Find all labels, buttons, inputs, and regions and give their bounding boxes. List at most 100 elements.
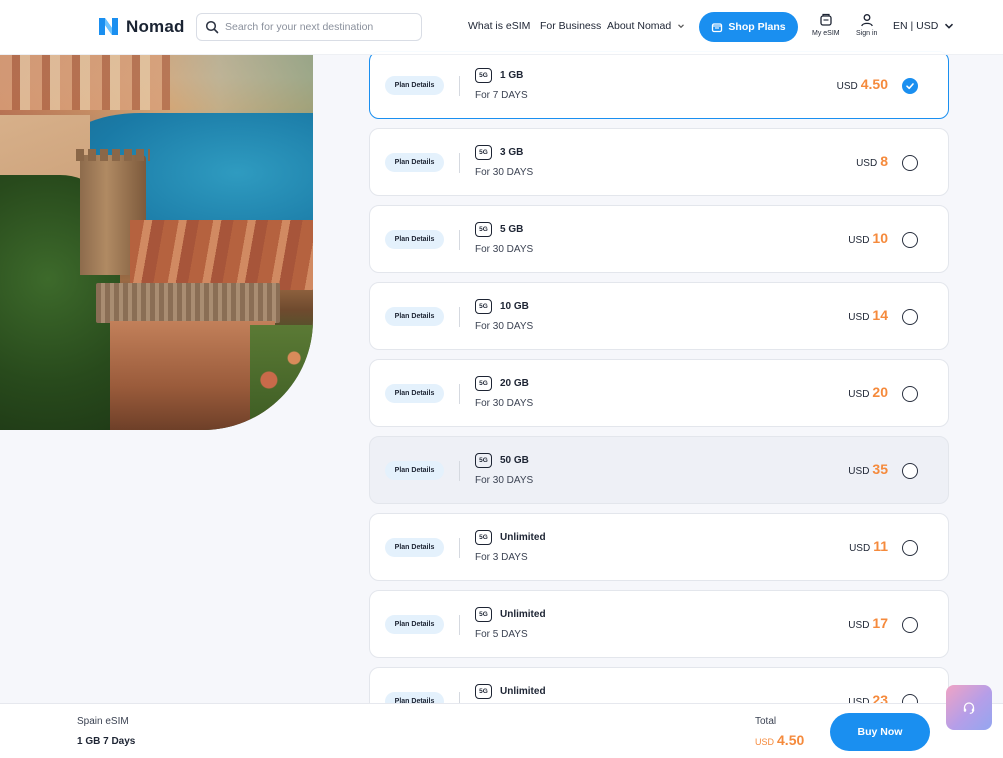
plan-select-radio[interactable]: [902, 78, 918, 94]
plan-duration: For 7 DAYS: [475, 90, 528, 101]
plan-select-radio[interactable]: [902, 232, 918, 248]
buy-now-button[interactable]: Buy Now: [830, 713, 930, 751]
plan-details-button[interactable]: Plan Details: [385, 384, 444, 403]
plan-price: USD 8: [856, 153, 888, 169]
plan-data-amount: 1 GB: [500, 70, 524, 81]
plan-data-amount: Unlimited: [500, 686, 546, 697]
plan-currency: USD: [848, 620, 870, 631]
divider: [459, 153, 460, 173]
language-currency-selector[interactable]: EN | USD: [893, 20, 954, 32]
plan-details-button[interactable]: Plan Details: [385, 76, 444, 95]
plan-data-amount: 20 GB: [500, 378, 529, 389]
divider: [459, 230, 460, 250]
summary-total-price: USD 4.50: [755, 732, 804, 748]
plan-price-amount: 20: [872, 384, 888, 400]
checkout-summary-bar: Spain eSIM 1 GB 7 Days Total USD 4.50 Bu…: [0, 703, 1003, 758]
support-chat-button[interactable]: [946, 685, 992, 730]
plan-price-amount: 11: [873, 538, 888, 554]
shop-plans-label: Shop Plans: [728, 21, 786, 33]
esim-card-icon: [820, 13, 832, 26]
plan-option[interactable]: Plan Details 5G 50 GB For 30 DAYS USD 35: [369, 436, 949, 504]
plan-data-amount: 5 GB: [500, 224, 524, 235]
5g-network-icon: 5G: [475, 530, 492, 545]
destination-search[interactable]: [196, 13, 422, 41]
search-input[interactable]: [225, 21, 415, 33]
plan-option[interactable]: Plan Details 5G Unlimited For 3 DAYS USD 11: [369, 513, 949, 581]
plan-price: USD 14: [848, 307, 888, 323]
search-icon: [205, 20, 219, 34]
plan-price-amount: 14: [872, 307, 888, 323]
plan-option[interactable]: Plan Details 5G 1 GB For 7 DAYS USD 4.50: [369, 51, 949, 119]
plan-details-button[interactable]: Plan Details: [385, 153, 444, 172]
5g-network-icon: 5G: [475, 299, 492, 314]
headset-icon: [963, 701, 975, 714]
plan-details-button[interactable]: Plan Details: [385, 538, 444, 557]
shop-plans-button[interactable]: Shop Plans: [699, 12, 798, 42]
plan-select-radio[interactable]: [902, 463, 918, 479]
divider: [459, 538, 460, 558]
plan-data-amount: Unlimited: [500, 532, 546, 543]
my-esim-label: My eSIM: [812, 30, 840, 37]
sign-in-label: Sign in: [856, 30, 878, 37]
plan-details-button[interactable]: Plan Details: [385, 307, 444, 326]
plan-duration: For 30 DAYS: [475, 398, 534, 409]
check-icon: [906, 83, 914, 90]
plan-option[interactable]: Plan Details 5G Unlimited For 5 DAYS USD 17: [369, 590, 949, 658]
plan-option[interactable]: Plan Details 5G 3 GB For 30 DAYS USD 8: [369, 128, 949, 196]
plan-price-amount: 10: [872, 230, 888, 246]
plan-select-radio[interactable]: [902, 540, 918, 556]
plan-price: USD 17: [848, 615, 888, 631]
plan-duration: For 30 DAYS: [475, 244, 534, 255]
summary-total-label: Total: [755, 716, 777, 727]
user-icon: [860, 14, 873, 27]
brand-name: Nomad: [126, 16, 185, 36]
plan-select-radio[interactable]: [902, 309, 918, 325]
plan-price-amount: 4.50: [860, 76, 888, 92]
divider: [459, 76, 460, 96]
plan-details-button[interactable]: Plan Details: [385, 230, 444, 249]
nav-about-label: About Nomad: [607, 20, 672, 32]
plan-option[interactable]: Plan Details 5G 10 GB For 30 DAYS USD 14: [369, 282, 949, 350]
language-label: EN | USD: [893, 20, 939, 32]
plan-data-amount: 3 GB: [500, 147, 524, 158]
plan-data-amount: Unlimited: [500, 609, 546, 620]
plan-data-amount: 50 GB: [500, 455, 529, 466]
plan-price: USD 4.50: [837, 76, 888, 92]
plan-currency: USD: [848, 312, 870, 323]
summary-destination: Spain eSIM: [77, 716, 129, 727]
plan-details-button[interactable]: Plan Details: [385, 615, 444, 634]
5g-network-icon: 5G: [475, 684, 492, 699]
summary-currency: USD: [755, 737, 775, 747]
destination-hero-image: [0, 55, 313, 430]
plan-select-radio[interactable]: [902, 155, 918, 171]
plan-currency: USD: [836, 81, 858, 92]
store-icon: [712, 23, 723, 33]
sign-in-link[interactable]: Sign in: [856, 13, 877, 37]
summary-total-amount: 4.50: [777, 732, 805, 748]
plan-option[interactable]: Plan Details 5G 20 GB For 30 DAYS USD 20: [369, 359, 949, 427]
plan-details-button[interactable]: Plan Details: [385, 461, 444, 480]
plan-option[interactable]: Plan Details 5G 5 GB For 30 DAYS USD 10: [369, 205, 949, 273]
plan-select-radio[interactable]: [902, 617, 918, 633]
nav-what-is-esim[interactable]: What is eSIM: [468, 20, 530, 32]
plan-select-radio[interactable]: [902, 386, 918, 402]
my-esim-link[interactable]: My eSIM: [812, 13, 840, 37]
summary-plan: 1 GB 7 Days: [77, 736, 136, 747]
nav-for-business[interactable]: For Business: [540, 20, 601, 32]
plan-duration: For 5 DAYS: [475, 629, 528, 640]
nav-about-nomad[interactable]: About Nomad: [607, 20, 685, 32]
top-navigation-bar: Nomad What is eSIM For Business About No…: [0, 0, 1003, 55]
nomad-logo-icon: [99, 18, 118, 35]
plan-currency: USD: [848, 466, 870, 477]
plan-price-amount: 35: [872, 461, 888, 477]
divider: [459, 307, 460, 327]
plan-price-amount: 8: [880, 153, 888, 169]
plan-price-amount: 17: [872, 615, 888, 631]
plan-price: USD 11: [849, 538, 888, 554]
plan-price: USD 35: [848, 461, 888, 477]
plan-price: USD 10: [848, 230, 888, 246]
plan-duration: For 30 DAYS: [475, 321, 534, 332]
nomad-logo[interactable]: Nomad: [96, 14, 185, 39]
plan-currency: USD: [849, 543, 871, 554]
5g-network-icon: 5G: [475, 453, 492, 468]
